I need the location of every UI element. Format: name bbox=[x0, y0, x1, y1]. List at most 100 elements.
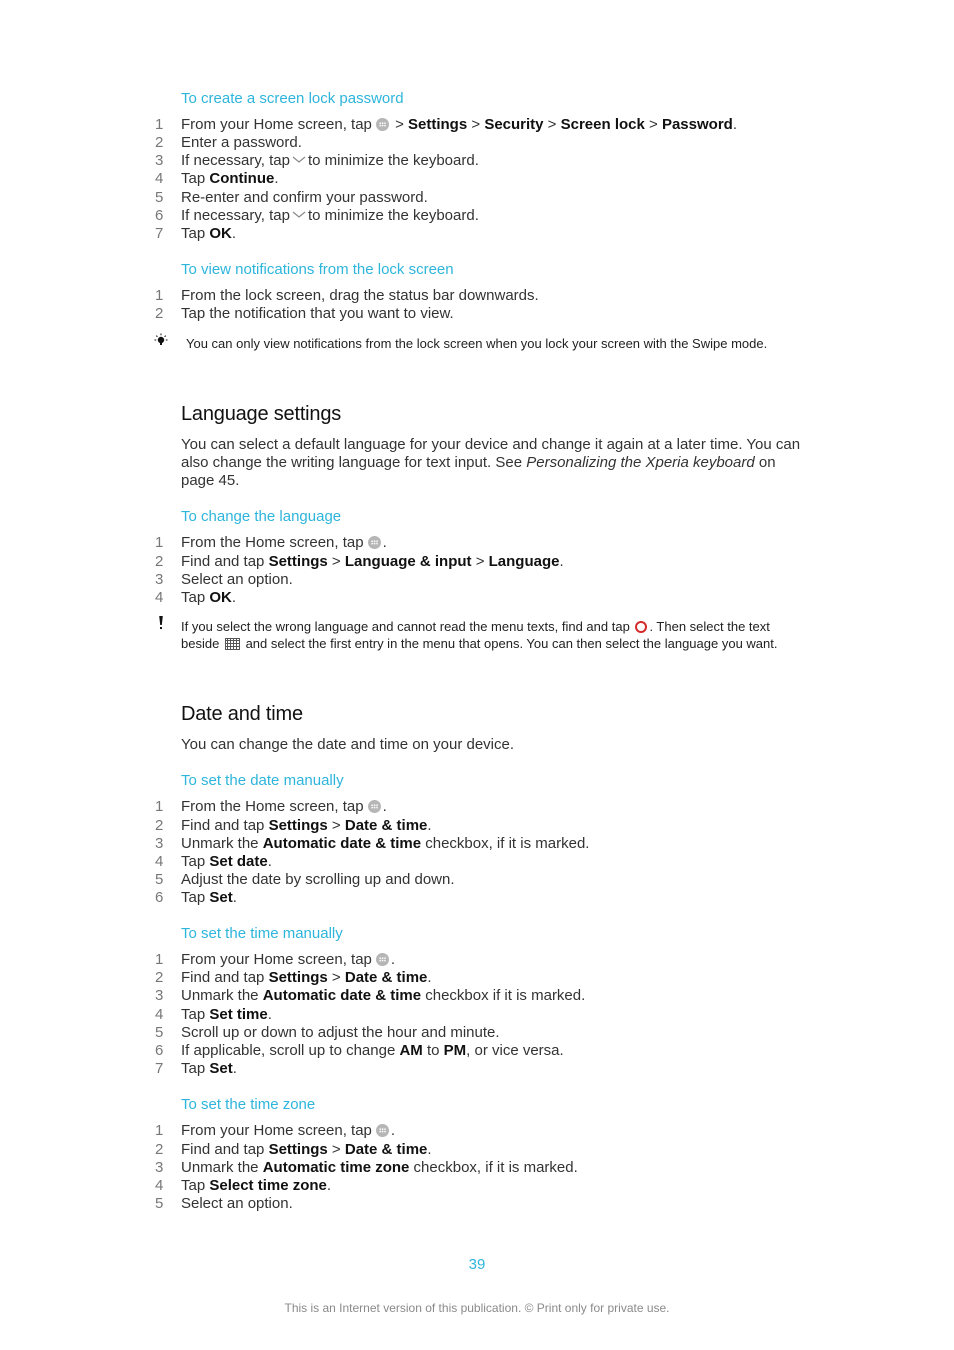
step-text-part: Find and tap bbox=[181, 969, 269, 986]
home-icon bbox=[635, 621, 648, 633]
list-item: 6 If necessary, tap to minimize the keybo… bbox=[0, 207, 954, 225]
page-number: 39 bbox=[468, 1256, 486, 1273]
lightbulb-tip-icon bbox=[154, 333, 168, 345]
procedure-title-view-notifications: To view notifications from the lock scre… bbox=[181, 261, 454, 278]
list-item: 1 From the Home screen, tap. bbox=[0, 798, 954, 816]
step-text: If applicable, scroll up to change AM to… bbox=[181, 1042, 564, 1060]
ui-term: Settings bbox=[268, 1141, 328, 1158]
ui-term: Date & time bbox=[344, 1141, 428, 1158]
step-text: Tap the notification that you want to vi… bbox=[181, 305, 454, 322]
step-text-part: checkbox, if it is marked. bbox=[421, 835, 590, 852]
apps-icon bbox=[367, 536, 381, 549]
step-number: 3 bbox=[155, 152, 164, 169]
ui-term: Language bbox=[488, 553, 560, 570]
step-text-part: Find and tap bbox=[181, 553, 269, 570]
list-item: 4 Tap Set time. bbox=[0, 1006, 954, 1024]
step-text-part: Unmark the bbox=[181, 835, 263, 852]
step-text: From the lock screen, drag the status ba… bbox=[181, 287, 539, 304]
step-text: Find and tap Settings > Date & time. bbox=[181, 1141, 432, 1159]
step-text-part: . bbox=[274, 170, 279, 187]
list-item: 2 Find and tap Settings > Date & time. bbox=[0, 1141, 954, 1159]
step-text-part: . bbox=[427, 969, 432, 986]
step-text: Find and tap Settings > Language & input… bbox=[181, 553, 564, 571]
step-text: Re-enter and confirm your password. bbox=[181, 189, 428, 206]
ui-term: OK bbox=[209, 589, 232, 606]
chevron-down-icon bbox=[292, 211, 306, 218]
ui-term: Password bbox=[661, 116, 733, 133]
step-text: Unmark the Automatic date & time checkbo… bbox=[181, 987, 585, 1005]
step-text-part: . bbox=[382, 798, 387, 815]
step-text-part: Find and tap bbox=[181, 817, 269, 834]
ui-term: Set time bbox=[209, 1006, 268, 1023]
step-text-part: From the Home screen, tap bbox=[181, 534, 364, 551]
step-text: Find and tap Settings > Date & time. bbox=[181, 969, 432, 987]
step-number: 2 bbox=[155, 305, 164, 322]
list-item: 1 From your Home screen, tap. bbox=[0, 951, 954, 969]
apps-icon bbox=[367, 800, 381, 813]
cross-reference-link[interactable]: Personalizing the Xperia keyboard bbox=[526, 454, 754, 471]
step-text: Enter a password. bbox=[181, 134, 302, 151]
step-number: 2 bbox=[155, 553, 164, 570]
step-number: 1 bbox=[155, 287, 164, 304]
step-text: Adjust the date by scrolling up and down… bbox=[181, 871, 455, 888]
list-item: 4 Tap OK. bbox=[0, 589, 954, 607]
procedure-title-lock-password: To create a screen lock password bbox=[181, 90, 404, 107]
step-number: 3 bbox=[155, 835, 164, 852]
step-number: 5 bbox=[155, 1195, 164, 1212]
date-time-intro: You can change the date and time on your… bbox=[181, 736, 515, 753]
list-item: 4 Tap Set date. bbox=[0, 853, 954, 871]
list-item: 3 Select an option. bbox=[0, 571, 954, 589]
step-text-part: Find and tap bbox=[181, 1141, 269, 1158]
list-item: 4 Tap Continue. bbox=[0, 170, 954, 188]
apps-icon bbox=[375, 1124, 389, 1137]
step-text-part: . bbox=[427, 1141, 432, 1158]
step-text: Tap OK. bbox=[181, 589, 236, 607]
step-text-part: . bbox=[267, 1006, 272, 1023]
list-item: 5 Select an option. bbox=[0, 1195, 954, 1213]
list-item: 4 Tap Select time zone. bbox=[0, 1177, 954, 1195]
step-text: Tap Set. bbox=[181, 1060, 237, 1078]
step-number: 7 bbox=[155, 225, 164, 242]
step-number: 3 bbox=[155, 987, 164, 1004]
step-text: Scroll up or down to adjust the hour and… bbox=[181, 1024, 500, 1041]
separator: > bbox=[644, 116, 662, 133]
ui-term: Set date bbox=[209, 853, 268, 870]
ui-term: PM bbox=[443, 1042, 467, 1059]
list-item: 3 If necessary, tap to minimize the keybo… bbox=[0, 152, 954, 170]
procedure-title-change-language: To change the language bbox=[181, 508, 342, 525]
step-text: Tap Set date. bbox=[181, 853, 272, 871]
step-text: Tap Set. bbox=[181, 889, 237, 907]
step-text-part: Tap bbox=[181, 170, 210, 187]
step-number: 1 bbox=[155, 1122, 164, 1139]
separator: > bbox=[543, 116, 561, 133]
step-number: 2 bbox=[155, 969, 164, 986]
step-number: 1 bbox=[155, 798, 164, 815]
list-item: 7 Tap OK. bbox=[0, 225, 954, 243]
step-text: Unmark the Automatic date & time checkbo… bbox=[181, 835, 589, 853]
step-text-part: . bbox=[232, 889, 237, 906]
step-text-part: Tap bbox=[181, 589, 210, 606]
ui-term: Set bbox=[209, 1060, 233, 1077]
step-text: Tap Set time. bbox=[181, 1006, 272, 1024]
step-number: 3 bbox=[155, 571, 164, 588]
step-number: 2 bbox=[155, 134, 164, 151]
step-text-part: Tap bbox=[181, 1060, 210, 1077]
list-item: 2 Find and tap Settings > Date & time. bbox=[0, 969, 954, 987]
step-text-part: checkbox, if it is marked. bbox=[409, 1159, 578, 1176]
step-text-part: Unmark the bbox=[181, 987, 263, 1004]
step-text: Unmark the Automatic time zone checkbox,… bbox=[181, 1159, 578, 1177]
ui-term: Automatic date & time bbox=[262, 987, 422, 1004]
step-number: 2 bbox=[155, 817, 164, 834]
language-intro: You can select a default language for yo… bbox=[181, 436, 801, 490]
step-text: From your Home screen, tap. bbox=[181, 1122, 395, 1140]
separator: to bbox=[422, 1042, 444, 1059]
list-item: 7 Tap Set. bbox=[0, 1060, 954, 1078]
ui-term: Continue bbox=[209, 170, 275, 187]
procedure-title-set-date: To set the date manually bbox=[181, 772, 344, 789]
list-item: 5 Adjust the date by scrolling up and do… bbox=[0, 871, 954, 889]
step-text-part: . bbox=[382, 534, 387, 551]
ui-term: Security bbox=[484, 116, 544, 133]
step-number: 7 bbox=[155, 1060, 164, 1077]
separator: > bbox=[327, 817, 345, 834]
list-item: 3 Unmark the Automatic date & time check… bbox=[0, 987, 954, 1005]
